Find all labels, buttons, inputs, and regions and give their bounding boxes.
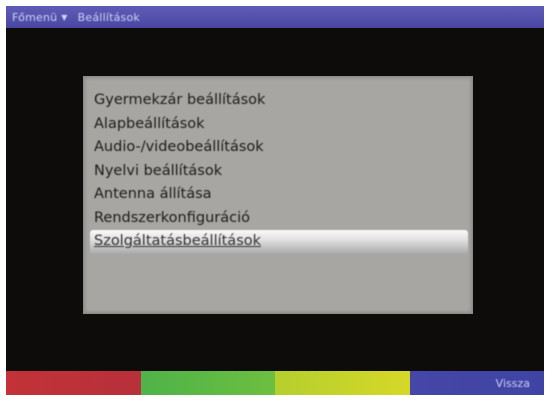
menu-item-antenna-setup[interactable]: Antenna állítása bbox=[90, 183, 468, 207]
settings-menu-list: Gyermekzár beállítások Alapbeállítások A… bbox=[90, 89, 468, 254]
breadcrumb-arrow-icon: ▼ bbox=[61, 12, 68, 22]
breadcrumb-settings: Beállítások bbox=[77, 10, 140, 24]
color-key-bar: Vissza bbox=[6, 371, 544, 395]
menu-item-system-configuration[interactable]: Rendszerkonfiguráció bbox=[90, 207, 468, 231]
blue-back-key-button[interactable]: Vissza bbox=[409, 371, 544, 395]
menu-item-language-settings[interactable]: Nyelvi beállítások bbox=[90, 160, 468, 184]
breadcrumb-main-menu[interactable]: Főmenü bbox=[6, 11, 57, 24]
back-key-label: Vissza bbox=[495, 376, 530, 390]
menu-item-audio-video-settings[interactable]: Audio-/videobeállítások bbox=[90, 136, 468, 160]
red-key-button[interactable] bbox=[6, 371, 141, 395]
green-key-button[interactable] bbox=[140, 371, 275, 395]
yellow-key-button[interactable] bbox=[275, 371, 410, 395]
menu-item-basic-settings[interactable]: Alapbeállítások bbox=[90, 113, 468, 137]
menu-item-service-settings[interactable]: Szolgáltatásbeállítások bbox=[90, 230, 468, 254]
tv-screen: Főmenü ▼ Beállítások Gyermekzár beállítá… bbox=[6, 6, 544, 395]
settings-menu-panel: Gyermekzár beállítások Alapbeállítások A… bbox=[83, 76, 473, 314]
breadcrumb: Főmenü ▼ Beállítások bbox=[6, 6, 544, 28]
menu-item-parental-lock[interactable]: Gyermekzár beállítások bbox=[90, 89, 468, 113]
